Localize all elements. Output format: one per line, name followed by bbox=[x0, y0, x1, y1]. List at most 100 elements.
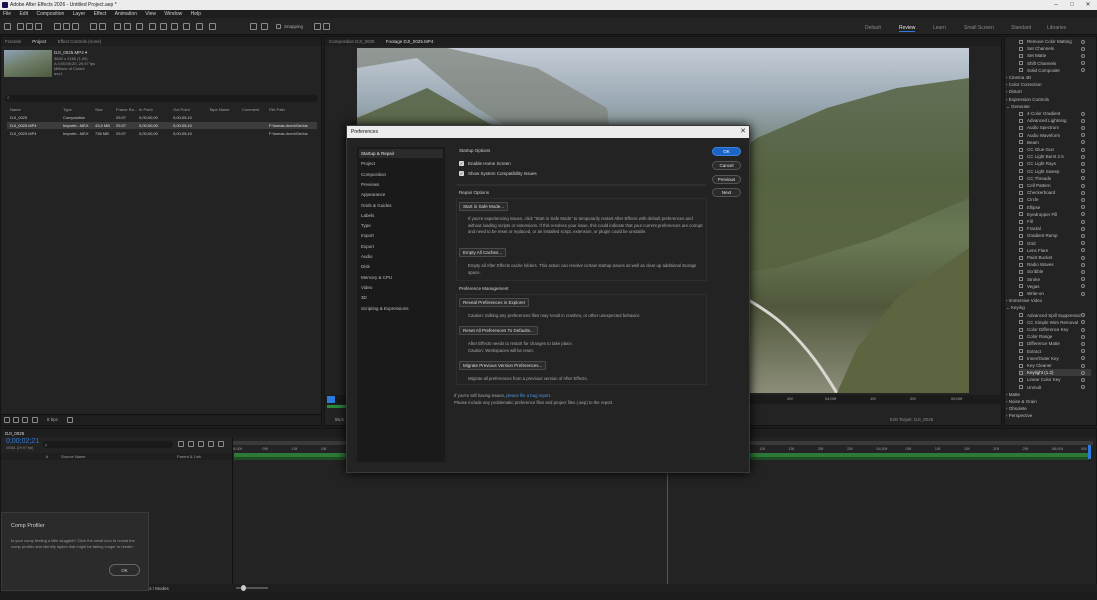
pref-nav-item[interactable]: Project bbox=[359, 159, 443, 168]
workspace-standard[interactable]: Standard bbox=[1011, 25, 1031, 31]
enable-home-screen-checkbox[interactable]: ✓ bbox=[459, 161, 464, 166]
pref-nav-item[interactable]: Audio bbox=[359, 252, 443, 261]
effect-category[interactable]: › Matte bbox=[1006, 391, 1091, 398]
tab-composition[interactable]: Composition DJI_0025 bbox=[329, 39, 375, 44]
eraser-tool-icon[interactable] bbox=[171, 23, 178, 30]
snapping-checkbox[interactable] bbox=[276, 24, 281, 29]
effect-item[interactable]: Scribble bbox=[1019, 268, 1091, 275]
axis-world-icon[interactable] bbox=[261, 23, 268, 30]
reveal-preferences-button[interactable]: Reveal Preferences in Explorer bbox=[459, 298, 530, 307]
workspace-review[interactable]: Review bbox=[899, 25, 916, 32]
next-button[interactable]: Next bbox=[712, 188, 741, 197]
puppet-tool-icon[interactable] bbox=[196, 23, 203, 30]
col-filepath[interactable]: File Path bbox=[269, 106, 285, 113]
ok-button[interactable]: OK bbox=[712, 147, 741, 156]
effect-category[interactable]: › Distort bbox=[1006, 88, 1091, 95]
previous-button[interactable]: Previous bbox=[712, 175, 741, 184]
menu-window[interactable]: Window bbox=[164, 11, 182, 17]
effect-item[interactable]: Unmult bbox=[1019, 384, 1091, 391]
pref-nav-item[interactable]: Composition bbox=[359, 170, 443, 179]
menu-help[interactable]: Help bbox=[191, 11, 201, 17]
col-framerate[interactable]: Frame Ra... bbox=[116, 106, 137, 113]
col-comment[interactable]: Comment bbox=[242, 106, 259, 113]
pen-tool-icon[interactable] bbox=[124, 23, 131, 30]
dolly-tool-icon[interactable] bbox=[72, 23, 79, 30]
pref-nav-item[interactable]: Appearance bbox=[359, 190, 443, 199]
tab-effect-controls[interactable]: Effect Controls (none) bbox=[58, 39, 102, 44]
effect-item[interactable]: Lens Flare bbox=[1019, 247, 1091, 254]
effect-item[interactable]: Write-on bbox=[1019, 290, 1091, 297]
table-row[interactable]: DJI_0029.MP4 Importe...MEX 738 MB 29,97 … bbox=[7, 130, 317, 137]
interpret-footage-icon[interactable] bbox=[4, 417, 10, 423]
col-name[interactable]: Name bbox=[10, 106, 21, 113]
show-compat-checkbox[interactable]: ✓ bbox=[459, 171, 464, 176]
pref-nav-item[interactable]: Labels bbox=[359, 211, 443, 220]
effect-item[interactable]: 4-Color Gradient bbox=[1019, 110, 1091, 117]
effect-item[interactable]: Beam bbox=[1019, 139, 1091, 146]
effect-item[interactable]: CC Light Sweep bbox=[1019, 168, 1091, 175]
effect-item[interactable]: Fractal bbox=[1019, 225, 1091, 232]
pref-nav-item[interactable]: Scripting & Expressions bbox=[359, 304, 443, 313]
col-tapename[interactable]: Tape Name bbox=[209, 106, 229, 113]
bug-report-link[interactable]: please file a bug report bbox=[506, 393, 550, 398]
table-row[interactable]: DJI_0025 Composition 29,97 0;00;00;00 0;… bbox=[7, 114, 317, 121]
zoom-tool-icon[interactable] bbox=[35, 23, 42, 30]
pref-nav-item[interactable]: Previews bbox=[359, 180, 443, 189]
effect-item[interactable]: Grid bbox=[1019, 240, 1091, 247]
menu-edit[interactable]: Edit bbox=[19, 11, 28, 17]
pref-nav-item[interactable]: Type bbox=[359, 221, 443, 230]
safe-mode-button[interactable]: Start in Safe Mode... bbox=[459, 202, 509, 211]
effect-item[interactable]: Set Channels bbox=[1019, 45, 1091, 52]
axis-local-icon[interactable] bbox=[250, 23, 257, 30]
project-search-input[interactable] bbox=[5, 95, 318, 102]
playhead[interactable] bbox=[327, 396, 335, 403]
hand-tool-icon[interactable] bbox=[26, 23, 33, 30]
effect-item[interactable]: Linear Color Key bbox=[1019, 376, 1091, 383]
timeline-search-input[interactable]: ρ bbox=[43, 441, 173, 448]
effect-item[interactable]: Eyedropper Fill bbox=[1019, 211, 1091, 218]
effect-item[interactable]: Keylight (1.2) bbox=[1019, 369, 1091, 377]
pref-nav-item[interactable]: Video bbox=[359, 283, 443, 292]
effect-category[interactable]: › Obsolete bbox=[1006, 405, 1091, 412]
effect-item[interactable]: Stroke bbox=[1019, 276, 1091, 283]
maximize-button[interactable]: □ bbox=[1066, 0, 1078, 10]
zoom-level[interactable]: 56,6 bbox=[335, 417, 344, 422]
effect-item[interactable]: Inner/Outer Key bbox=[1019, 355, 1091, 362]
effect-category[interactable]: › Expression Controls bbox=[1006, 96, 1091, 103]
minimize-button[interactable]: – bbox=[1050, 0, 1062, 10]
workspace-small-screen[interactable]: Small Screen bbox=[964, 25, 994, 31]
col-type[interactable]: Type bbox=[63, 106, 72, 113]
selection-tool-icon[interactable] bbox=[17, 23, 24, 30]
brush-tool-icon[interactable] bbox=[149, 23, 156, 30]
col-parent-link[interactable]: Parent & Link bbox=[177, 453, 201, 460]
effect-item[interactable]: Radio Waves bbox=[1019, 261, 1091, 268]
effect-item[interactable]: Key Cleaner bbox=[1019, 362, 1091, 369]
effect-item[interactable]: CC Simple Wire Removal bbox=[1019, 319, 1091, 326]
effect-item[interactable]: Difference Matte bbox=[1019, 340, 1091, 347]
effect-item[interactable]: Cell Pattern bbox=[1019, 182, 1091, 189]
tab-project[interactable]: Project bbox=[32, 39, 46, 44]
col-outpoint[interactable]: Out Point bbox=[173, 106, 190, 113]
shape-tool-icon[interactable] bbox=[114, 23, 121, 30]
workspace-learn[interactable]: Learn bbox=[933, 25, 946, 31]
snap-grid-icon[interactable] bbox=[323, 23, 330, 30]
new-comp-icon[interactable] bbox=[22, 417, 28, 423]
menu-effect[interactable]: Effect bbox=[94, 11, 107, 17]
pref-nav-item[interactable]: Startup & Repair bbox=[359, 149, 443, 158]
comp-profiler-ok-button[interactable]: OK bbox=[109, 564, 140, 576]
close-icon[interactable]: ✕ bbox=[740, 126, 746, 138]
migrate-preferences-button[interactable]: Migrate Previous Version Preferences... bbox=[459, 361, 547, 370]
orbit-tool-icon[interactable] bbox=[54, 23, 61, 30]
effect-item[interactable]: Audio Spectrum bbox=[1019, 124, 1091, 131]
effect-item[interactable]: Ellipse bbox=[1019, 204, 1091, 211]
trash-icon[interactable] bbox=[67, 417, 73, 423]
effect-item[interactable]: Audio Waveform bbox=[1019, 132, 1091, 139]
effect-item[interactable]: Fill bbox=[1019, 218, 1091, 225]
shy-layers-icon[interactable] bbox=[198, 441, 204, 447]
effect-item[interactable]: Circle bbox=[1019, 196, 1091, 203]
effect-item[interactable]: Set Matte bbox=[1019, 52, 1091, 59]
effect-item[interactable]: Advanced Spill Suppressor bbox=[1019, 312, 1091, 319]
effect-item[interactable]: CC Glue Gun bbox=[1019, 146, 1091, 153]
effect-item[interactable]: CC Light Rays bbox=[1019, 160, 1091, 167]
menu-file[interactable]: File bbox=[3, 11, 11, 17]
